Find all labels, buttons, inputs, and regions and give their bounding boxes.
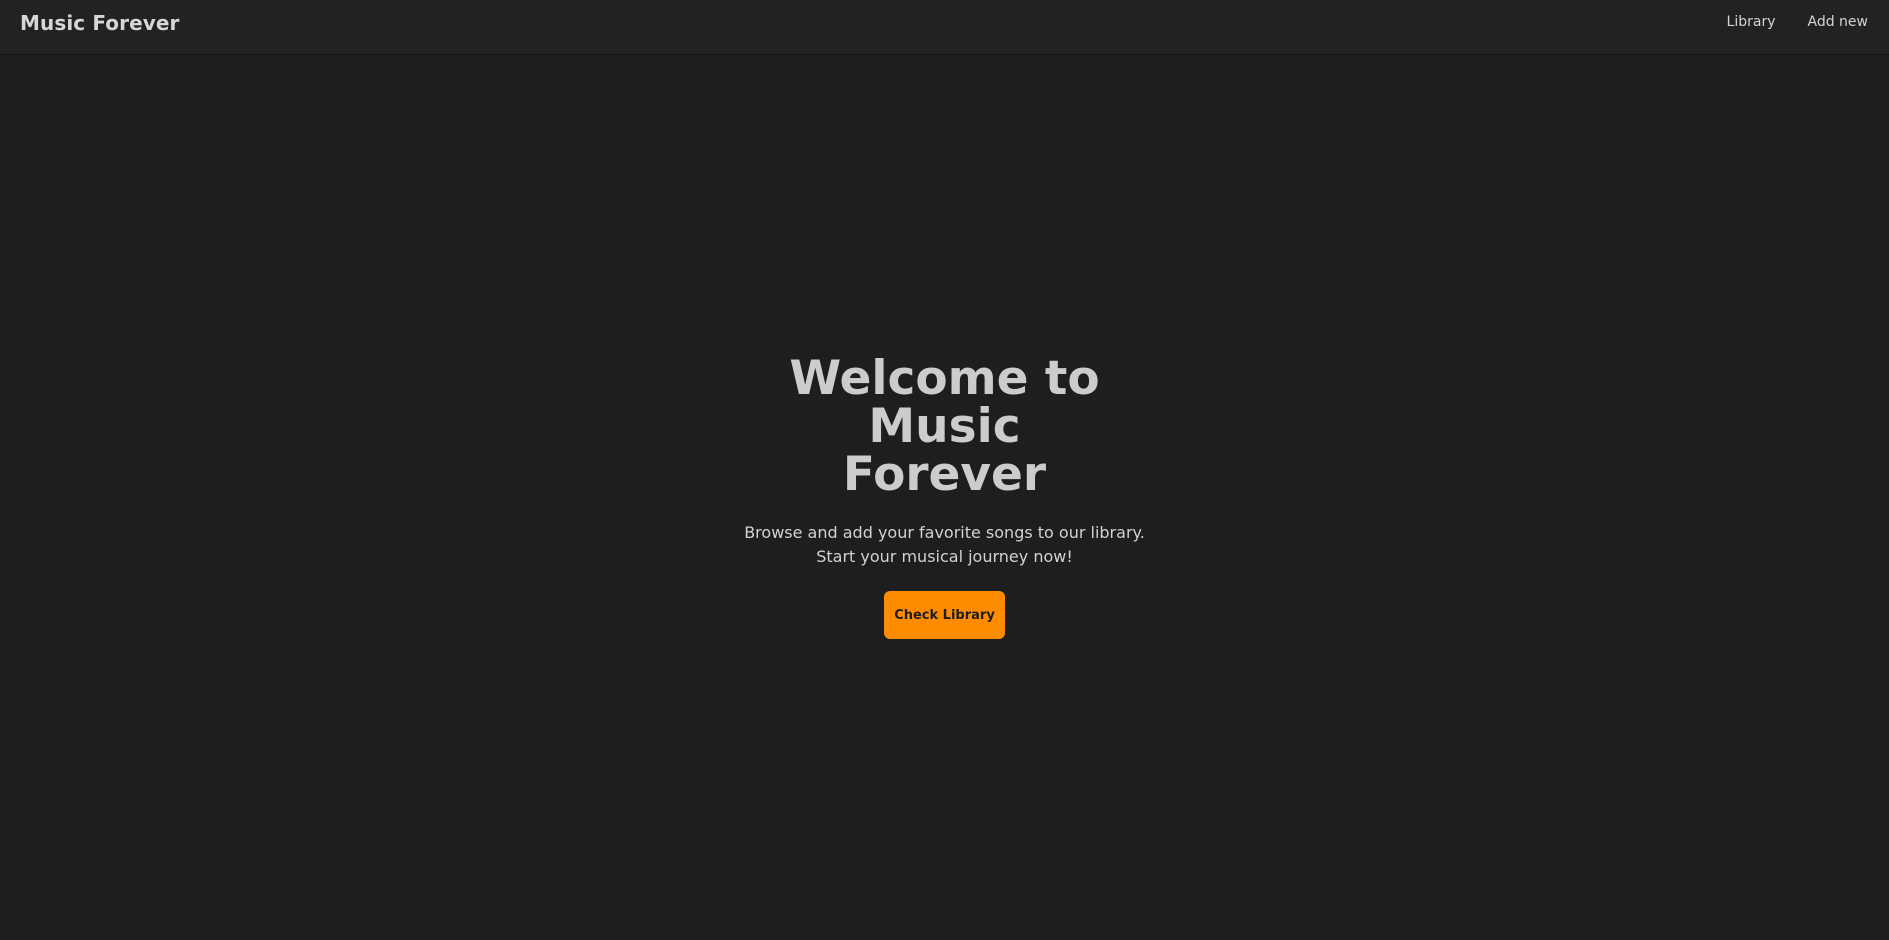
main-navigation: Library Add new	[1727, 14, 1868, 30]
brand-logo-link[interactable]: Music Forever	[20, 11, 180, 35]
hero-subtitle: Browse and add your favorite songs to ou…	[744, 523, 1145, 566]
top-navbar: Music Forever Library Add new	[0, 0, 1889, 54]
hero-section: Welcome to Music Forever Browse and add …	[0, 54, 1889, 940]
nav-add-new-link[interactable]: Add new	[1808, 14, 1869, 30]
hero-title: Welcome to Music Forever	[789, 351, 1100, 502]
check-library-button[interactable]: Check Library	[884, 591, 1005, 639]
nav-library-link[interactable]: Library	[1727, 14, 1776, 30]
